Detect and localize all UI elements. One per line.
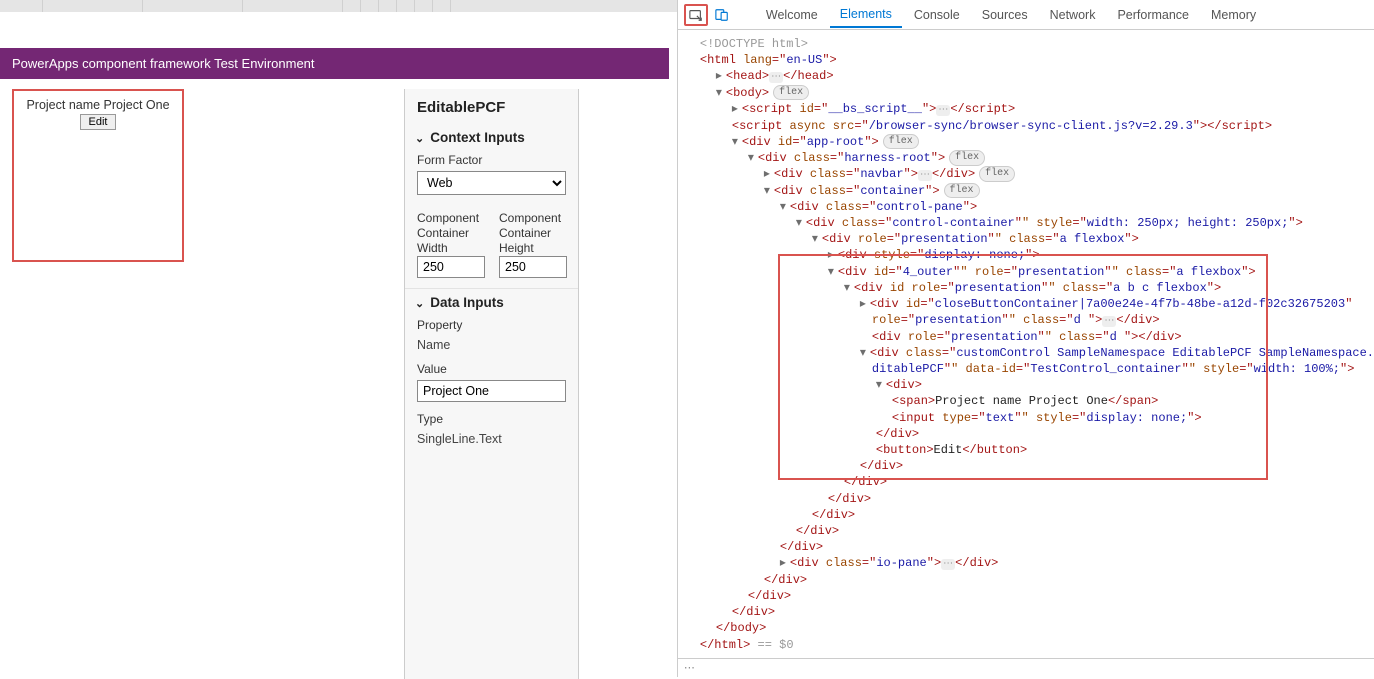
inspect-element-icon[interactable] [684,4,708,26]
height-label: Component Container Height [499,211,567,256]
tab-elements[interactable]: Elements [830,1,902,28]
container-width-input[interactable] [417,256,485,278]
container-height-input[interactable] [499,256,567,278]
value-label: Value [417,362,566,376]
dom-breadcrumb[interactable]: ⋯ [678,658,1374,677]
form-factor-label: Form Factor [417,153,566,167]
width-label: Component Container Width [417,211,485,256]
component-title: EditablePCF [405,89,578,130]
tab-welcome[interactable]: Welcome [756,2,828,28]
tab-performance[interactable]: Performance [1107,2,1199,28]
value-input[interactable] [417,380,566,402]
dom-tree[interactable]: <!DOCTYPE html> <html lang="en-US"> <hea… [678,30,1374,658]
control-text: Project name Project One [26,98,169,112]
data-inputs-header[interactable]: ⌄ Data Inputs [405,288,578,318]
chevron-down-icon: ⌄ [415,132,424,145]
harness-title-bar: PowerApps component framework Test Envir… [0,48,669,79]
property-label: Property [417,318,566,332]
type-value: SingleLine.Text [417,430,566,446]
tab-network[interactable]: Network [1040,2,1106,28]
io-pane: EditablePCF ⌄ Context Inputs Form Factor… [404,89,579,679]
devtools-tabs: Welcome Elements Console Sources Network… [678,0,1374,30]
devtools-panel: Welcome Elements Console Sources Network… [677,0,1374,677]
tab-sources[interactable]: Sources [972,2,1038,28]
chevron-down-icon: ⌄ [415,297,424,310]
edit-button[interactable]: Edit [80,114,117,130]
property-value: Name [417,336,566,352]
context-inputs-header[interactable]: ⌄ Context Inputs [405,130,578,153]
device-toolbar-icon[interactable] [710,4,734,26]
tab-memory[interactable]: Memory [1201,2,1266,28]
form-factor-select[interactable]: Web [417,171,566,195]
type-label: Type [417,412,566,426]
top-toolbar [0,0,677,12]
harness-title: PowerApps component framework Test Envir… [12,56,315,71]
tab-console[interactable]: Console [904,2,970,28]
control-preview: Project name Project One Edit [12,89,184,262]
